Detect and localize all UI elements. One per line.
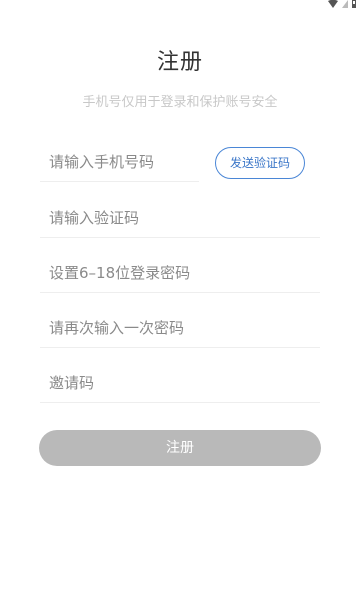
phone-input[interactable]	[40, 142, 199, 181]
status-icons	[328, 0, 356, 8]
verification-code-field	[40, 198, 320, 238]
confirm-password-field	[40, 308, 320, 348]
invite-code-input[interactable]	[40, 363, 320, 402]
register-screen: 注册 手机号仅用于登录和保护账号安全 发送验证码 注册	[0, 0, 360, 600]
verification-code-input[interactable]	[40, 198, 320, 237]
status-bar	[320, 0, 360, 10]
page-title: 注册	[156, 50, 203, 75]
password-field	[40, 253, 320, 293]
signal-icon	[342, 0, 348, 8]
wifi-icon	[328, 0, 338, 8]
register-button[interactable]: 注册	[39, 430, 321, 466]
password-input[interactable]	[40, 253, 320, 292]
phone-field	[40, 142, 199, 182]
page-subtitle: 手机号仅用于登录和保护账号安全	[82, 95, 278, 110]
send-code-button[interactable]: 发送验证码	[215, 147, 305, 179]
invite-code-field	[40, 363, 320, 403]
battery-icon	[352, 0, 356, 8]
confirm-password-input[interactable]	[40, 308, 320, 347]
